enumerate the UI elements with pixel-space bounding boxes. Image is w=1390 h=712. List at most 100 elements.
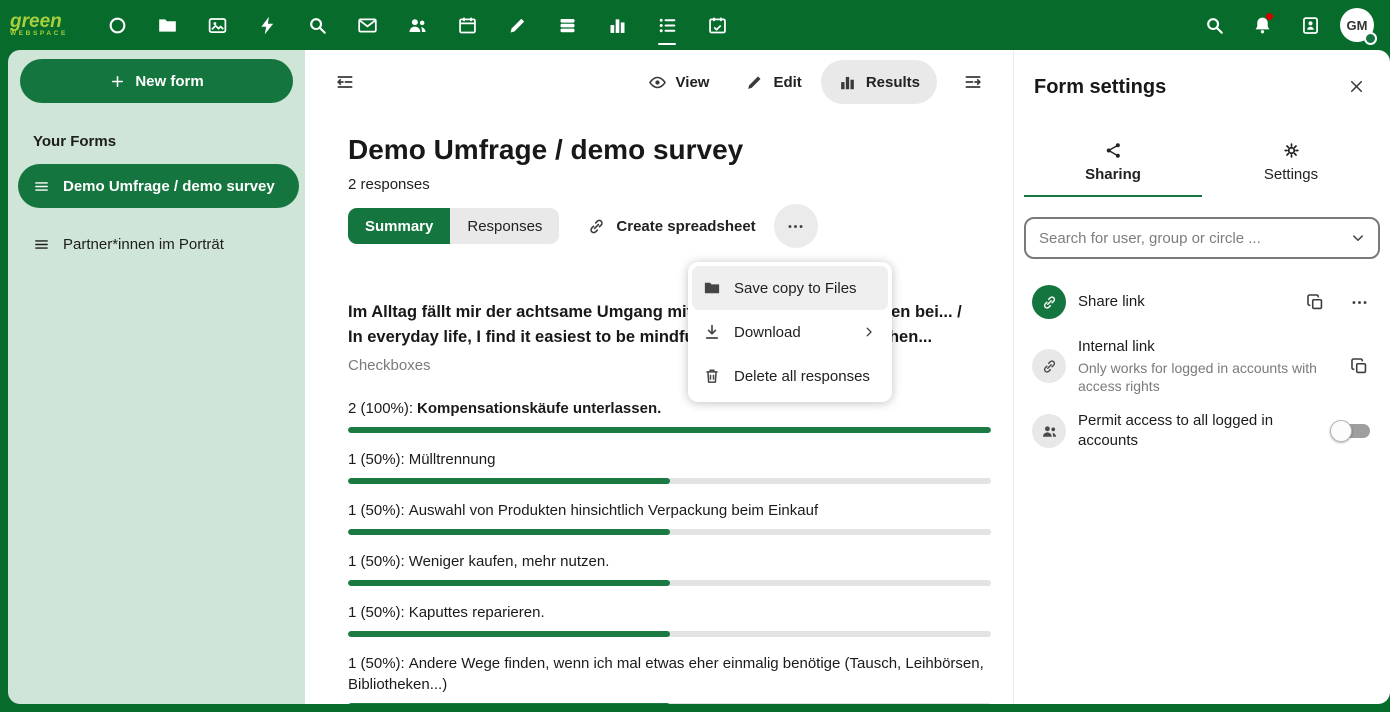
result-count: 1 (50%):	[348, 553, 405, 570]
app-analytics-button[interactable]	[592, 0, 642, 50]
contacts-menu-button[interactable]	[1286, 0, 1334, 50]
tab-summary[interactable]: Summary	[348, 208, 450, 244]
app-files-button[interactable]	[142, 0, 192, 50]
share-link-avatar	[1032, 285, 1066, 319]
result-text: 2 (100%):Kompensationskäufe unterlassen.	[348, 398, 991, 419]
eye-icon	[648, 73, 667, 92]
internal-link-subtitle: Only works for logged in accounts with a…	[1078, 359, 1328, 395]
new-form-label: New form	[135, 73, 203, 90]
results-button[interactable]: Results	[821, 60, 937, 104]
tab-settings[interactable]: Settings	[1202, 132, 1380, 197]
bar-chart-icon	[838, 73, 857, 92]
plus-icon	[109, 73, 126, 90]
form-list-icon	[33, 236, 50, 253]
deck-icon	[557, 15, 578, 36]
appointments-icon	[707, 15, 728, 36]
app-deck-button[interactable]	[542, 0, 592, 50]
contacts-book-icon	[1300, 15, 1321, 36]
menu-item-folder[interactable]: Save copy to Files	[692, 266, 888, 310]
form-list-item[interactable]: Partner*innen im Porträt	[18, 222, 299, 266]
result-answer: Kaputtes reparieren.	[409, 604, 545, 621]
result-row: 1 (50%):Kaputtes reparieren.	[348, 602, 991, 637]
menu-item-trash[interactable]: Delete all responses	[692, 354, 888, 398]
folder-icon	[703, 279, 721, 297]
copy-internal-link-button[interactable]	[1340, 347, 1378, 385]
tab-sharing-label: Sharing	[1085, 166, 1141, 183]
app-calendar-button[interactable]	[442, 0, 492, 50]
close-navigation-button[interactable]	[323, 60, 367, 104]
toggle-sidebar-icon	[963, 72, 983, 92]
result-row: 1 (50%):Auswahl von Produkten hinsichtli…	[348, 500, 991, 535]
results-label: Results	[866, 74, 920, 91]
share-icon	[1104, 141, 1123, 160]
app-search-button[interactable]	[292, 0, 342, 50]
result-progress-fill	[348, 631, 670, 637]
result-progress-fill	[348, 529, 670, 535]
share-search-input[interactable]	[1024, 217, 1380, 259]
link-icon	[1041, 358, 1058, 375]
permit-access-toggle[interactable]	[1332, 424, 1370, 438]
create-spreadsheet-button[interactable]: Create spreadsheet	[581, 216, 761, 237]
result-progress-track	[348, 427, 991, 433]
internal-link-row: Internal link Only works for logged in a…	[1024, 329, 1380, 403]
result-answer: Auswahl von Produkten hinsichtlich Verpa…	[409, 502, 818, 519]
app-photos-button[interactable]	[192, 0, 242, 50]
more-actions-button[interactable]	[774, 204, 818, 248]
link-icon	[1041, 294, 1058, 311]
trash-icon	[703, 367, 721, 385]
forms-icon	[657, 15, 678, 36]
sidebar-title: Form settings	[1034, 76, 1166, 99]
app-mail-button[interactable]	[342, 0, 392, 50]
dashboard-icon	[107, 15, 128, 36]
summary-responses-switch: Summary Responses	[348, 208, 559, 244]
notifications-button[interactable]	[1238, 0, 1286, 50]
create-spreadsheet-label: Create spreadsheet	[616, 218, 755, 235]
app-notes-button[interactable]	[492, 0, 542, 50]
view-button[interactable]: View	[631, 60, 727, 104]
edit-button[interactable]: Edit	[728, 60, 818, 104]
form-list-item[interactable]: Demo Umfrage / demo survey	[18, 164, 299, 208]
tab-sharing[interactable]: Sharing	[1024, 132, 1202, 197]
share-link-more-button[interactable]	[1340, 283, 1378, 321]
result-progress-fill	[348, 703, 670, 704]
app-appointments-button[interactable]	[692, 0, 742, 50]
chevron-down-icon[interactable]	[1349, 229, 1367, 247]
toggle-sidebar-button[interactable]	[951, 60, 995, 104]
result-text: 1 (50%):Kaputtes reparieren.	[348, 602, 991, 623]
share-link-row: Share link	[1024, 275, 1380, 329]
user-avatar[interactable]: GM	[1340, 8, 1374, 42]
logo-text: green	[10, 13, 62, 30]
photos-icon	[207, 15, 228, 36]
more-actions-menu: Save copy to FilesDownloadDelete all res…	[688, 262, 892, 402]
copy-share-link-button[interactable]	[1296, 283, 1334, 321]
app-dashboard-button[interactable]	[92, 0, 142, 50]
main-content: View Edit Results Demo Umfrage / demo su…	[305, 50, 1013, 704]
menu-item-download[interactable]: Download	[692, 310, 888, 354]
contacts-icon	[407, 15, 428, 36]
result-answer: Weniger kaufen, mehr nutzen.	[409, 553, 610, 570]
your-forms-heading: Your Forms	[33, 133, 305, 150]
tab-responses[interactable]: Responses	[450, 208, 559, 244]
download-icon	[703, 323, 721, 341]
app-contacts-button[interactable]	[392, 0, 442, 50]
share-search	[1024, 217, 1380, 259]
topbar-right: GM	[1190, 0, 1384, 50]
app-forms-button[interactable]	[642, 0, 692, 50]
new-form-button[interactable]: New form	[20, 59, 293, 103]
view-label: View	[676, 74, 710, 91]
unified-search-button[interactable]	[1190, 0, 1238, 50]
app-logo[interactable]: green WEBSPACE	[10, 13, 88, 37]
result-count: 1 (50%):	[348, 604, 405, 621]
user-status-dot	[1364, 32, 1377, 45]
sidebar-tabs: Sharing Settings	[1024, 132, 1380, 197]
close-sidebar-button[interactable]	[1334, 64, 1378, 108]
chevron-right-icon	[861, 324, 877, 340]
people-icon	[1041, 423, 1058, 440]
result-text: 1 (50%):Weniger kaufen, mehr nutzen.	[348, 551, 991, 572]
result-answer: Kompensationskäufe unterlassen.	[417, 400, 661, 417]
app-activity-button[interactable]	[242, 0, 292, 50]
result-progress-track	[348, 703, 991, 704]
internal-link-title: Internal link	[1078, 337, 1328, 357]
page-title: Demo Umfrage / demo survey	[348, 134, 991, 166]
result-text: 1 (50%):Andere Wege finden, wenn ich mal…	[348, 653, 991, 695]
